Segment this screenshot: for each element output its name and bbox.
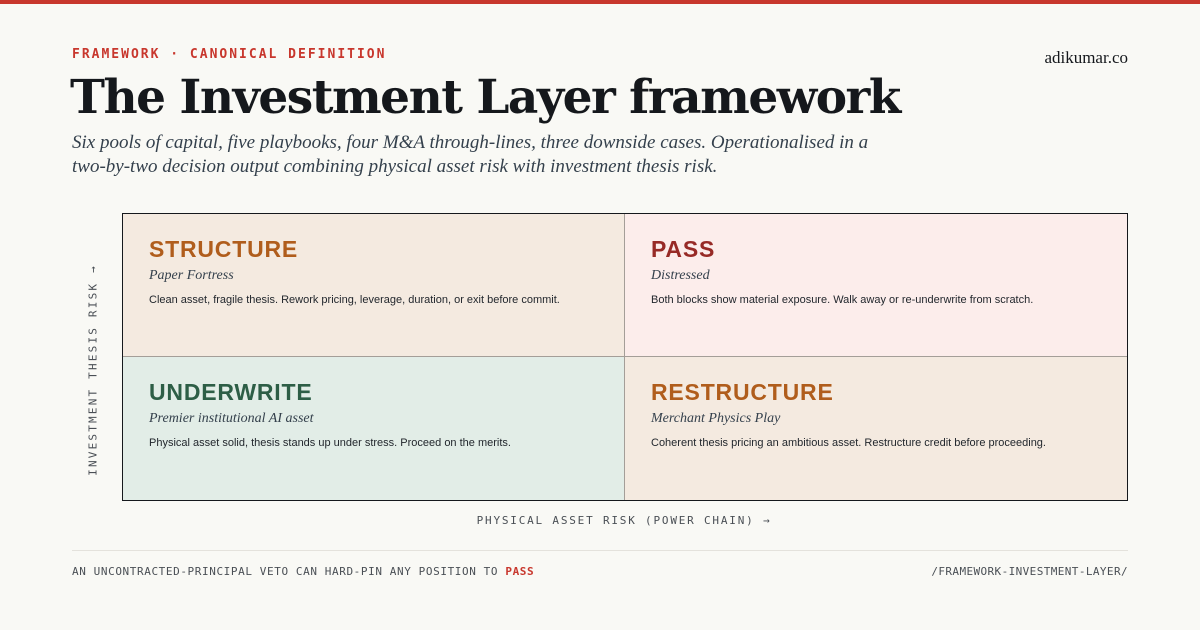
footer-path: /FRAMEWORK-INVESTMENT-LAYER/ — [931, 565, 1128, 578]
site-link[interactable]: adikumar.co — [1044, 48, 1128, 68]
eyebrow-label: FRAMEWORK · CANONICAL DEFINITION — [72, 47, 387, 62]
decision-matrix: STRUCTURE Paper Fortress Clean asset, fr… — [122, 213, 1128, 501]
quadrant-subtitle: Distressed — [651, 268, 710, 283]
quadrant-title: UNDERWRITE — [149, 379, 313, 405]
quadrant-title: RESTRUCTURE — [651, 379, 834, 405]
quadrant-subtitle: Merchant Physics Play — [651, 411, 781, 426]
page-subtitle: Six pools of capital, five playbooks, fo… — [72, 132, 869, 177]
footer-divider — [72, 550, 1128, 551]
quadrant-restructure: RESTRUCTURE Merchant Physics Play Cohere… — [625, 357, 1127, 500]
quadrant-underwrite: UNDERWRITE Premier institutional AI asse… — [123, 357, 624, 500]
quadrant-pass: PASS Distressed Both blocks show materia… — [625, 214, 1127, 356]
quadrant-subtitle: Paper Fortress — [149, 268, 234, 283]
quadrant-description: Both blocks show material exposure. Walk… — [651, 294, 1034, 306]
page-title: The Investment Layer framework — [70, 70, 901, 125]
quadrant-title: STRUCTURE — [149, 236, 299, 262]
quadrant-structure: STRUCTURE Paper Fortress Clean asset, fr… — [123, 214, 624, 356]
quadrant-description: Clean asset, fragile thesis. Rework pric… — [149, 294, 560, 306]
footer-note-text: AN UNCONTRACTED-PRINCIPAL VETO CAN HARD-… — [72, 565, 506, 578]
quadrant-description: Coherent thesis pricing an ambitious ass… — [651, 437, 1046, 449]
y-axis-label: INVESTMENT THESIS RISK → — [86, 264, 100, 476]
quadrant-title: PASS — [651, 236, 716, 262]
footer-note-accent: PASS — [505, 565, 535, 578]
footer-note: AN UNCONTRACTED-PRINCIPAL VETO CAN HARD-… — [72, 565, 534, 578]
quadrant-subtitle: Premier institutional AI asset — [149, 411, 314, 426]
x-axis-label: PHYSICAL ASSET RISK (POWER CHAIN) → — [476, 514, 772, 527]
quadrant-description: Physical asset solid, thesis stands up u… — [149, 437, 511, 449]
top-accent-bar — [0, 0, 1200, 4]
